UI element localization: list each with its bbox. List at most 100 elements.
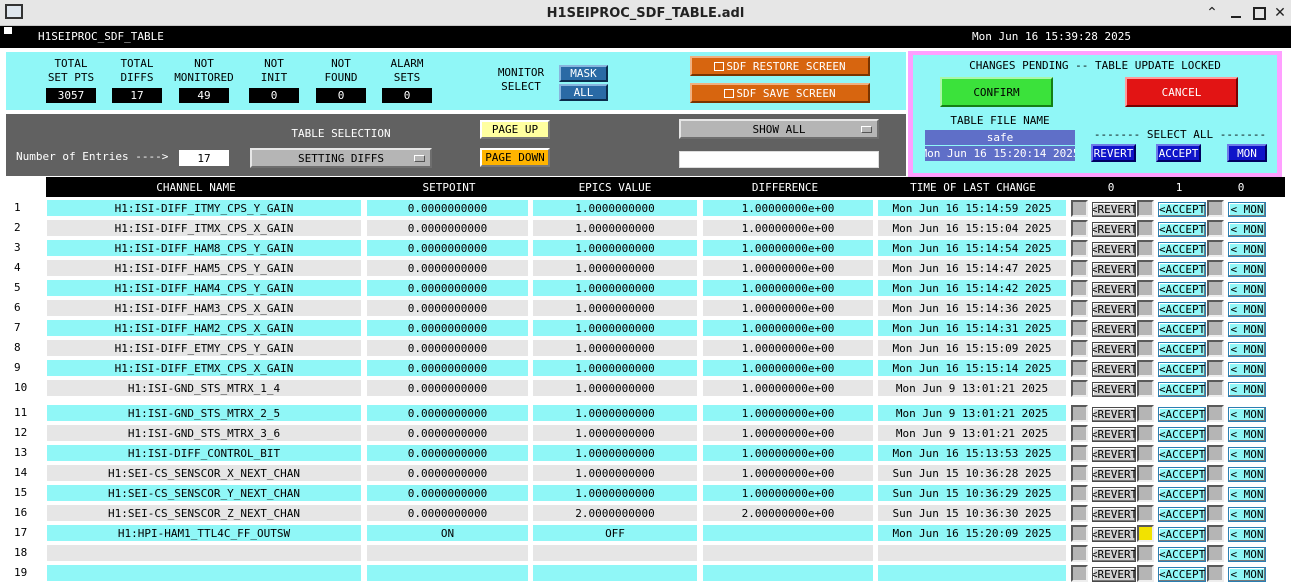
mon-checkbox[interactable] <box>1207 300 1224 317</box>
mon-checkbox[interactable] <box>1207 565 1224 582</box>
all-button[interactable]: ALL <box>559 84 608 101</box>
revert-checkbox[interactable] <box>1071 340 1088 357</box>
accept-button[interactable]: <ACCEPT <box>1158 322 1206 337</box>
mon-button[interactable]: < MON <box>1228 382 1266 397</box>
revert-checkbox[interactable] <box>1071 405 1088 422</box>
revert-button[interactable]: <REVERT <box>1092 242 1136 257</box>
accept-button[interactable]: <ACCEPT <box>1158 362 1206 377</box>
accept-button[interactable]: <ACCEPT <box>1158 567 1206 582</box>
mon-checkbox[interactable] <box>1207 320 1224 337</box>
mon-button[interactable]: < MON <box>1228 527 1266 542</box>
mon-checkbox[interactable] <box>1207 200 1224 217</box>
mon-checkbox[interactable] <box>1207 425 1224 442</box>
mon-button[interactable]: < MON <box>1228 362 1266 377</box>
mon-checkbox[interactable] <box>1207 280 1224 297</box>
revert-button[interactable]: <REVERT <box>1092 222 1136 237</box>
mon-checkbox[interactable] <box>1207 465 1224 482</box>
accept-checkbox[interactable] <box>1137 300 1154 317</box>
accept-checkbox[interactable] <box>1137 525 1154 542</box>
mon-button[interactable]: < MON <box>1228 487 1266 502</box>
accept-button[interactable]: <ACCEPT <box>1158 427 1206 442</box>
revert-checkbox[interactable] <box>1071 485 1088 502</box>
accept-button[interactable]: <ACCEPT <box>1158 242 1206 257</box>
accept-checkbox[interactable] <box>1137 405 1154 422</box>
mon-button[interactable]: < MON <box>1228 322 1266 337</box>
revert-button[interactable]: <REVERT <box>1092 302 1136 317</box>
revert-checkbox[interactable] <box>1071 360 1088 377</box>
revert-checkbox[interactable] <box>1071 565 1088 582</box>
mon-checkbox[interactable] <box>1207 380 1224 397</box>
accept-checkbox[interactable] <box>1137 220 1154 237</box>
table-selection-menu[interactable]: SETTING DIFFS <box>250 148 432 168</box>
revert-button[interactable]: <REVERT <box>1092 567 1136 582</box>
mon-checkbox[interactable] <box>1207 360 1224 377</box>
accept-button[interactable]: <ACCEPT <box>1158 282 1206 297</box>
accept-checkbox[interactable] <box>1137 565 1154 582</box>
accept-button[interactable]: <ACCEPT <box>1158 407 1206 422</box>
accept-checkbox[interactable] <box>1137 445 1154 462</box>
mon-button[interactable]: < MON <box>1228 302 1266 317</box>
close-button[interactable]: ✕ <box>1270 3 1290 23</box>
accept-button[interactable]: <ACCEPT <box>1158 262 1206 277</box>
select-all-revert-button[interactable]: REVERT <box>1091 144 1136 162</box>
revert-checkbox[interactable] <box>1071 300 1088 317</box>
revert-checkbox[interactable] <box>1071 465 1088 482</box>
mon-checkbox[interactable] <box>1207 220 1224 237</box>
accept-checkbox[interactable] <box>1137 465 1154 482</box>
accept-button[interactable]: <ACCEPT <box>1158 547 1206 562</box>
accept-button[interactable]: <ACCEPT <box>1158 447 1206 462</box>
revert-button[interactable]: <REVERT <box>1092 447 1136 462</box>
revert-button[interactable]: <REVERT <box>1092 407 1136 422</box>
accept-checkbox[interactable] <box>1137 485 1154 502</box>
revert-checkbox[interactable] <box>1071 505 1088 522</box>
mon-button[interactable]: < MON <box>1228 222 1266 237</box>
mon-button[interactable]: < MON <box>1228 407 1266 422</box>
accept-checkbox[interactable] <box>1137 240 1154 257</box>
revert-checkbox[interactable] <box>1071 545 1088 562</box>
mon-button[interactable]: < MON <box>1228 427 1266 442</box>
revert-checkbox[interactable] <box>1071 240 1088 257</box>
revert-button[interactable]: <REVERT <box>1092 362 1136 377</box>
revert-button[interactable]: <REVERT <box>1092 262 1136 277</box>
show-all-menu[interactable]: SHOW ALL <box>679 119 879 139</box>
accept-checkbox[interactable] <box>1137 260 1154 277</box>
mon-checkbox[interactable] <box>1207 260 1224 277</box>
mon-button[interactable]: < MON <box>1228 262 1266 277</box>
revert-button[interactable]: <REVERT <box>1092 507 1136 522</box>
mon-button[interactable]: < MON <box>1228 567 1266 582</box>
revert-checkbox[interactable] <box>1071 260 1088 277</box>
accept-button[interactable]: <ACCEPT <box>1158 382 1206 397</box>
accept-button[interactable]: <ACCEPT <box>1158 527 1206 542</box>
maximize-button[interactable] <box>1249 3 1269 23</box>
mon-checkbox[interactable] <box>1207 525 1224 542</box>
sdf-restore-screen-button[interactable]: SDF RESTORE SCREEN <box>690 56 870 76</box>
accept-button[interactable]: <ACCEPT <box>1158 342 1206 357</box>
mon-checkbox[interactable] <box>1207 445 1224 462</box>
page-up-button[interactable]: PAGE UP <box>480 120 550 139</box>
mon-button[interactable]: < MON <box>1228 467 1266 482</box>
accept-button[interactable]: <ACCEPT <box>1158 487 1206 502</box>
mon-checkbox[interactable] <box>1207 405 1224 422</box>
minimize-button[interactable]: ⌃ <box>1202 3 1222 23</box>
revert-checkbox[interactable] <box>1071 220 1088 237</box>
accept-checkbox[interactable] <box>1137 360 1154 377</box>
revert-checkbox[interactable] <box>1071 425 1088 442</box>
revert-checkbox[interactable] <box>1071 380 1088 397</box>
revert-button[interactable]: <REVERT <box>1092 342 1136 357</box>
accept-checkbox[interactable] <box>1137 545 1154 562</box>
mon-checkbox[interactable] <box>1207 505 1224 522</box>
revert-button[interactable]: <REVERT <box>1092 382 1136 397</box>
accept-checkbox[interactable] <box>1137 505 1154 522</box>
revert-button[interactable]: <REVERT <box>1092 282 1136 297</box>
mask-button[interactable]: MASK <box>559 65 608 82</box>
mon-checkbox[interactable] <box>1207 485 1224 502</box>
mon-button[interactable]: < MON <box>1228 202 1266 217</box>
revert-button[interactable]: <REVERT <box>1092 547 1136 562</box>
mon-button[interactable]: < MON <box>1228 507 1266 522</box>
accept-button[interactable]: <ACCEPT <box>1158 202 1206 217</box>
cancel-button[interactable]: CANCEL <box>1125 77 1238 107</box>
confirm-button[interactable]: CONFIRM <box>940 77 1053 107</box>
mon-button[interactable]: < MON <box>1228 447 1266 462</box>
select-all-mon-button[interactable]: MON <box>1227 144 1267 162</box>
accept-checkbox[interactable] <box>1137 425 1154 442</box>
